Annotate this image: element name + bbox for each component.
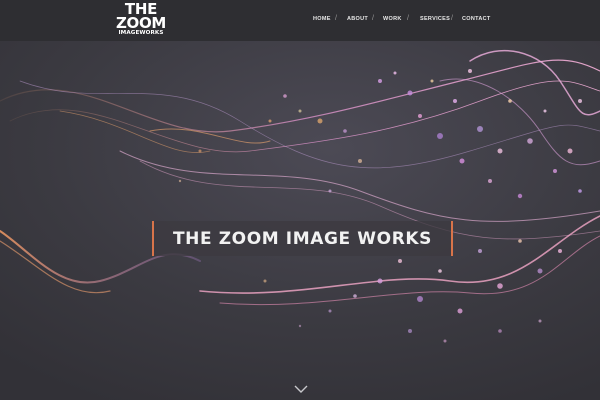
hero-title: THE ZOOM IMAGE WORKS bbox=[172, 228, 432, 249]
nav-separator: / bbox=[451, 15, 453, 22]
page: THE ZOOM IMAGEWORKS HOME / ABOUT / WORK … bbox=[0, 0, 600, 400]
nav-item-home[interactable]: HOME bbox=[313, 16, 331, 22]
logo-line-3: IMAGEWORKS bbox=[118, 30, 164, 36]
nav-item-about[interactable]: ABOUT bbox=[347, 16, 368, 22]
chevron-down-icon[interactable] bbox=[294, 384, 308, 394]
nav-item-work[interactable]: WORK bbox=[383, 16, 402, 22]
nav-item-services[interactable]: SERVICES bbox=[420, 16, 450, 22]
hero-section: THE ZOOM IMAGE WORKS bbox=[0, 41, 600, 400]
header-bar: THE ZOOM IMAGEWORKS HOME / ABOUT / WORK … bbox=[0, 0, 600, 41]
nav-separator: / bbox=[407, 15, 409, 22]
nav-item-contact[interactable]: CONTACT bbox=[462, 16, 491, 22]
nav-separator: / bbox=[335, 15, 337, 22]
nav-separator: / bbox=[372, 15, 374, 22]
logo-line-2: ZOOM bbox=[115, 14, 167, 32]
hero-title-box: THE ZOOM IMAGE WORKS bbox=[152, 221, 453, 256]
logo[interactable]: THE ZOOM IMAGEWORKS bbox=[113, 2, 169, 38]
